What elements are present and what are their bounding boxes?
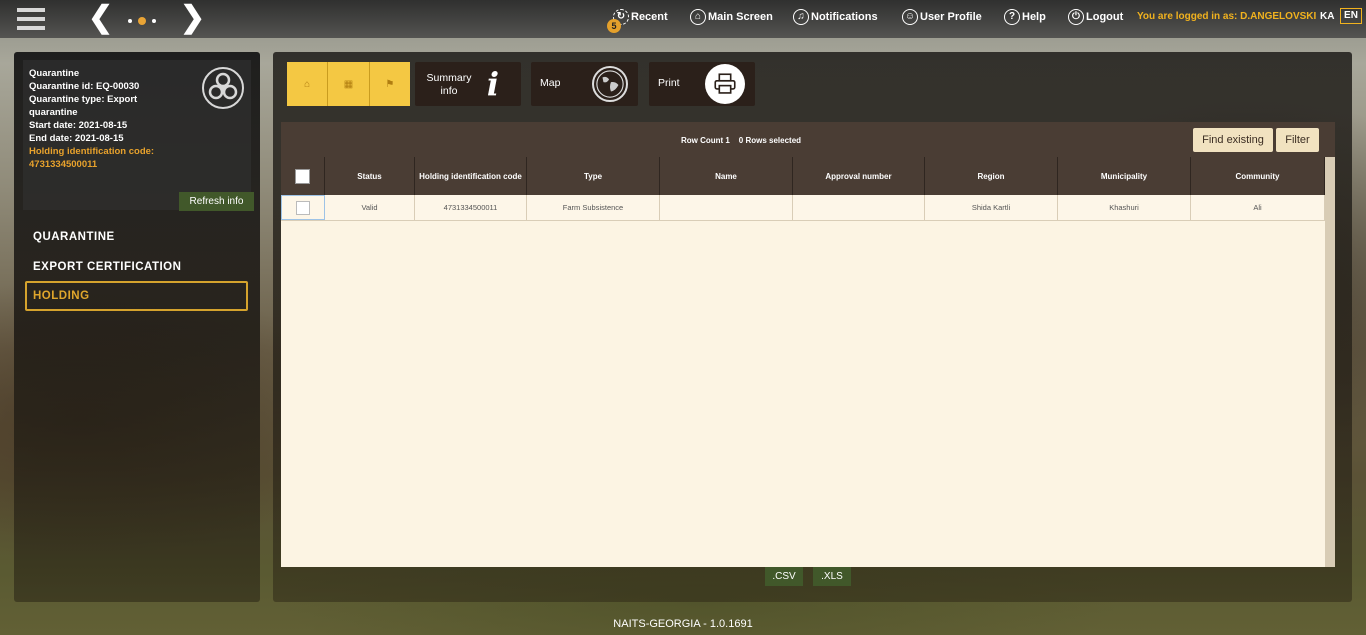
info-icon: i bbox=[486, 65, 500, 103]
menu-item-holding[interactable]: HOLDING bbox=[25, 281, 248, 311]
rows-selected: 0 Rows selected bbox=[738, 136, 802, 145]
print-button[interactable]: Print bbox=[649, 62, 755, 106]
summary-info-label-2: info bbox=[440, 85, 458, 97]
cell-approval-number bbox=[793, 195, 925, 220]
menu-item-export-certification[interactable]: EXPORT CERTIFICATION bbox=[25, 252, 248, 282]
main-screen-label: Main Screen bbox=[708, 11, 773, 23]
grid-scrollbar[interactable] bbox=[1325, 157, 1335, 567]
main-screen-link[interactable]: ⌂ Main Screen bbox=[690, 9, 773, 25]
power-icon: ⏻ bbox=[1068, 9, 1084, 25]
cell-type: Farm Subsistence bbox=[527, 195, 660, 220]
nav-progress-dots bbox=[128, 17, 156, 25]
menu-item-quarantine[interactable]: QUARANTINE bbox=[25, 222, 248, 252]
notifications-link[interactable]: ♫ Notifications bbox=[793, 9, 878, 25]
col-approval-number[interactable]: Approval number bbox=[793, 157, 925, 195]
col-status[interactable]: Status bbox=[325, 157, 415, 195]
map-label: Map bbox=[540, 77, 561, 89]
footer-version: NAITS-GEORGIA - 1.0.1691 bbox=[613, 618, 753, 630]
grid-icon: ▦ bbox=[343, 78, 354, 90]
top-bar: ❮ ❯ ↻ 5 Recent ⌂ Main Screen ♫ Notificat… bbox=[0, 0, 1366, 38]
left-panel: Quarantine Quarantine id: EQ-00030 Quara… bbox=[14, 52, 260, 602]
table-row[interactable]: Valid 4731334500011 Farm Subsistence Shi… bbox=[281, 195, 1325, 221]
col-name[interactable]: Name bbox=[660, 157, 793, 195]
map-button[interactable]: Map bbox=[531, 62, 638, 106]
filter-button[interactable]: Filter bbox=[1276, 128, 1319, 152]
col-type[interactable]: Type bbox=[527, 157, 660, 195]
export-xls-button[interactable]: .XLS bbox=[813, 567, 851, 586]
col-community[interactable]: Community bbox=[1191, 157, 1325, 195]
bookmark-icon: ⚑ bbox=[385, 78, 395, 90]
info-quarantine-id: Quarantine id: EQ-00030 bbox=[29, 81, 140, 92]
bookmark-view-button[interactable]: ⚑ bbox=[370, 62, 410, 106]
cell-status: Valid bbox=[325, 195, 415, 220]
recent-badge: 5 bbox=[607, 19, 621, 33]
user-profile-label: User Profile bbox=[920, 11, 982, 23]
home-icon: ⌂ bbox=[304, 78, 311, 90]
cell-community: Ali bbox=[1191, 195, 1325, 220]
holding-grid: Row Count 1 0 Rows selected Find existin… bbox=[281, 122, 1335, 567]
globe-icon bbox=[592, 66, 628, 102]
row-select-cell bbox=[281, 195, 325, 220]
cell-municipality: Khashuri bbox=[1058, 195, 1191, 220]
quarantine-info-box: Quarantine Quarantine id: EQ-00030 Quara… bbox=[23, 60, 254, 211]
col-municipality[interactable]: Municipality bbox=[1058, 157, 1191, 195]
summary-info-label-1: Summary bbox=[426, 72, 472, 84]
select-all-checkbox[interactable] bbox=[295, 168, 310, 184]
bell-icon: ♫ bbox=[793, 9, 809, 25]
select-all-cell bbox=[281, 157, 325, 195]
refresh-info-button[interactable]: Refresh info bbox=[179, 192, 254, 211]
cell-name bbox=[660, 195, 793, 220]
info-title: Quarantine bbox=[29, 68, 80, 79]
hamburger-menu-icon[interactable] bbox=[17, 8, 45, 30]
row-checkbox[interactable] bbox=[296, 200, 310, 215]
logout-label: Logout bbox=[1086, 11, 1124, 23]
info-holding-code-label: Holding identification code: bbox=[29, 146, 155, 157]
main-panel: ⌂ ▦ ⚑ Summary info i Map Print Row Count… bbox=[273, 52, 1352, 602]
recent-link[interactable]: ↻ 5 Recent bbox=[607, 9, 668, 33]
find-existing-button[interactable]: Find existing bbox=[1193, 128, 1273, 152]
grid-view-button[interactable]: ▦ bbox=[328, 62, 370, 106]
biohazard-icon bbox=[202, 67, 244, 109]
forward-arrow-icon[interactable]: ❯ bbox=[180, 3, 205, 33]
export-csv-button[interactable]: .CSV bbox=[765, 567, 803, 586]
home-icon: ⌂ bbox=[690, 9, 706, 25]
back-arrow-icon[interactable]: ❮ bbox=[88, 3, 113, 33]
help-label: Help bbox=[1022, 11, 1046, 23]
language-ka-button[interactable]: KA bbox=[1320, 11, 1334, 22]
info-quarantine-type-cont: quarantine bbox=[29, 107, 78, 118]
col-region[interactable]: Region bbox=[925, 157, 1058, 195]
user-icon: ☺ bbox=[902, 9, 918, 25]
help-link[interactable]: ? Help bbox=[1004, 9, 1046, 25]
cell-holding-code: 4731334500011 bbox=[415, 195, 527, 220]
notifications-label: Notifications bbox=[811, 11, 878, 23]
info-holding-code-value: 4731334500011 bbox=[29, 159, 98, 170]
home-view-button[interactable]: ⌂ bbox=[287, 62, 329, 106]
printer-icon bbox=[705, 64, 745, 104]
col-holding-code[interactable]: Holding identification code bbox=[415, 157, 527, 195]
view-mode-group: ⌂ ▦ ⚑ bbox=[287, 62, 410, 106]
info-end-date: End date: 2021-08-15 bbox=[29, 133, 124, 144]
user-profile-link[interactable]: ☺ User Profile bbox=[902, 9, 982, 25]
logout-link[interactable]: ⏻ Logout bbox=[1068, 9, 1123, 25]
cell-region: Shida Kartli bbox=[925, 195, 1058, 220]
recent-label: Recent bbox=[631, 11, 668, 23]
print-label: Print bbox=[658, 77, 680, 89]
grid-header-bar: Row Count 1 0 Rows selected Find existin… bbox=[281, 122, 1335, 157]
table-header-row: Status Holding identification code Type … bbox=[281, 157, 1325, 195]
language-en-button[interactable]: EN bbox=[1340, 8, 1362, 24]
summary-info-button[interactable]: Summary info i bbox=[415, 62, 521, 106]
recent-icon: ↻ 5 bbox=[607, 9, 629, 33]
info-quarantine-type: Quarantine type: Export bbox=[29, 94, 138, 105]
help-icon: ? bbox=[1004, 9, 1020, 25]
logged-in-user-text: You are logged in as: D.ANGELOVSKI bbox=[1137, 11, 1317, 22]
row-count: Row Count 1 bbox=[681, 136, 730, 145]
info-start-date: Start date: 2021-08-15 bbox=[29, 120, 128, 131]
